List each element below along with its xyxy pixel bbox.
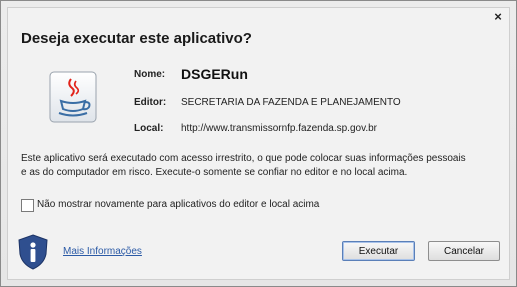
more-info-link[interactable]: Mais Informações <box>63 246 142 257</box>
dont-show-again-label[interactable]: Não mostrar novamente para aplicativos d… <box>37 199 319 210</box>
app-name: DSGERun <box>181 66 248 82</box>
warning-text: Este aplicativo será executado com acess… <box>21 152 501 180</box>
dont-show-again-checkbox[interactable] <box>21 199 34 212</box>
dialog-title: Deseja executar este aplicativo? <box>21 30 252 47</box>
java-icon <box>49 71 97 123</box>
close-icon[interactable]: × <box>492 10 504 23</box>
publisher-label: Editor: <box>134 97 167 108</box>
cancel-button[interactable]: Cancelar <box>428 241 500 261</box>
location-label: Local: <box>134 123 164 134</box>
warning-line-2: e as do computador em risco. Execute-o s… <box>21 167 408 178</box>
run-button[interactable]: Executar <box>342 241 415 261</box>
dialog-body <box>7 7 510 280</box>
warning-line-1: Este aplicativo será executado com acess… <box>21 153 466 164</box>
security-dialog: × Deseja executar este aplicativo? Nome:… <box>0 0 517 287</box>
name-label: Nome: <box>134 69 166 80</box>
shield-info-icon <box>18 234 48 270</box>
location-value: http://www.transmissornfp.fazenda.sp.gov… <box>181 123 378 134</box>
publisher-value: SECRETARIA DA FAZENDA E PLANEJAMENTO <box>181 97 401 108</box>
